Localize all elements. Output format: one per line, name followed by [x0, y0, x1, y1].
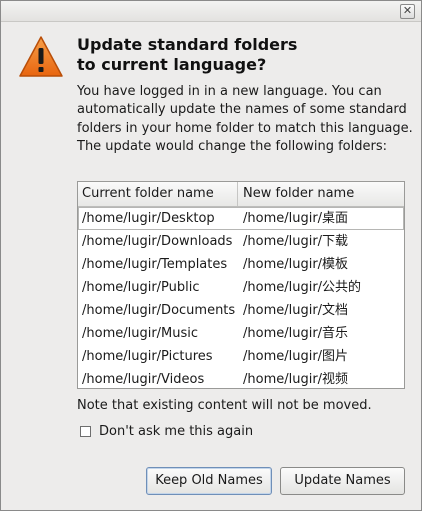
- column-header-new[interactable]: New folder name: [238, 182, 404, 206]
- new-folder-cell: /home/lugir/音乐: [243, 326, 349, 341]
- table-row[interactable]: /home/lugir/Public /home/lugir/公共的: [78, 276, 404, 299]
- update-names-button[interactable]: Update Names: [280, 467, 405, 495]
- table-row[interactable]: /home/lugir/Templates /home/lugir/模板: [78, 253, 404, 276]
- column-header-current[interactable]: Current folder name: [78, 182, 238, 206]
- new-folder-cell: /home/lugir/图片: [243, 349, 349, 364]
- current-folder-cell: /home/lugir/Documents: [82, 303, 236, 318]
- table-row[interactable]: /home/lugir/Videos /home/lugir/视频: [78, 368, 404, 391]
- current-folder-cell: /home/lugir/Templates: [82, 257, 228, 272]
- folder-table[interactable]: Current folder name New folder name /hom…: [77, 181, 405, 389]
- note-text: Note that existing content will not be m…: [77, 398, 372, 413]
- dialog-heading: Update standard folders to current langu…: [77, 35, 298, 74]
- dialog-window: ✕ Update standard folders to current lan…: [0, 0, 422, 511]
- current-folder-cell: /home/lugir/Videos: [82, 372, 205, 387]
- current-folder-cell: /home/lugir/Pictures: [82, 349, 213, 364]
- table-row[interactable]: /home/lugir/Documents /home/lugir/文档: [78, 299, 404, 322]
- table-row[interactable]: /home/lugir/Pictures /home/lugir/图片: [78, 345, 404, 368]
- new-folder-cell: /home/lugir/下载: [243, 234, 349, 249]
- new-folder-cell: /home/lugir/视频: [243, 372, 349, 387]
- dont-ask-again-checkbox[interactable]: [80, 425, 91, 437]
- table-row[interactable]: /home/lugir/Desktop /home/lugir/桌面: [78, 207, 404, 230]
- table-row[interactable]: /home/lugir/Music /home/lugir/音乐: [78, 322, 404, 345]
- close-icon: ✕: [402, 4, 413, 17]
- table-row[interactable]: /home/lugir/Downloads /home/lugir/下载: [78, 230, 404, 253]
- table-header: Current folder name New folder name: [78, 182, 404, 207]
- new-folder-cell: /home/lugir/桌面: [243, 211, 349, 226]
- close-button[interactable]: ✕: [400, 4, 415, 19]
- new-folder-cell: /home/lugir/公共的: [243, 280, 362, 295]
- dont-ask-again-label[interactable]: Don't ask me this again: [99, 424, 253, 439]
- current-folder-cell: /home/lugir/Desktop: [82, 211, 215, 226]
- warning-icon: [19, 36, 63, 77]
- dialog-message: You have logged in in a new language. Yo…: [77, 84, 413, 155]
- current-folder-cell: /home/lugir/Downloads: [82, 234, 233, 249]
- new-folder-cell: /home/lugir/文档: [243, 303, 349, 318]
- title-bar: ✕: [1, 1, 421, 22]
- dont-ask-again-option[interactable]: Don't ask me this again: [80, 423, 253, 439]
- current-folder-cell: /home/lugir/Music: [82, 326, 199, 341]
- new-folder-cell: /home/lugir/模板: [243, 257, 349, 272]
- current-folder-cell: /home/lugir/Public: [82, 280, 200, 295]
- keep-old-names-button[interactable]: Keep Old Names: [146, 467, 272, 495]
